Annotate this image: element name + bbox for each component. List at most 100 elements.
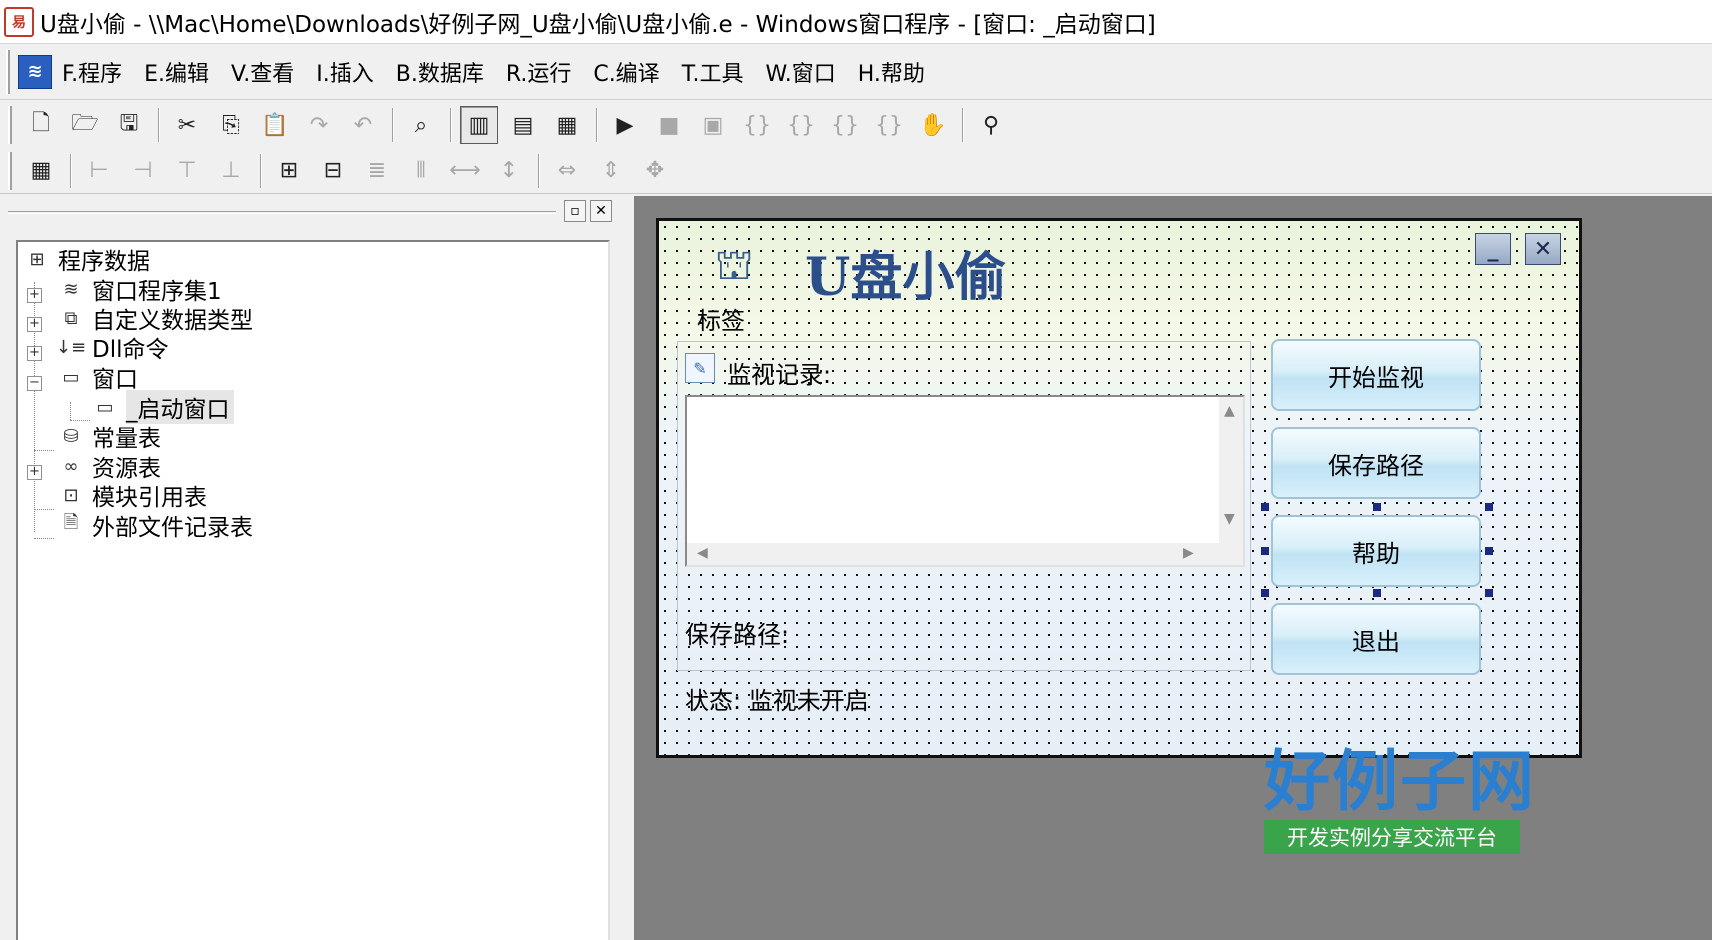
form-designer-area[interactable]: ⛫ U盘小偷 _ ✕ 标签 ✎ 监视记录: ▲ ▼ ◀ ▶ 保存路径: 状态: …	[634, 196, 1712, 940]
tree-item-window-program-set[interactable]: ≋ 窗口程序集1	[56, 274, 221, 306]
minimize-button[interactable]: _	[1475, 233, 1511, 265]
layout-left-icon[interactable]: ▥	[460, 106, 498, 144]
menu-insert[interactable]: I.插入	[316, 56, 373, 88]
save-path-label[interactable]: 保存路径:	[685, 615, 789, 650]
watermark-subtitle: 开发实例分享交流平台	[1264, 820, 1520, 854]
menu-view[interactable]: V.查看	[231, 56, 294, 88]
step-over-icon[interactable]: {}	[782, 106, 820, 144]
center-vertical-icon[interactable]: ⊟	[314, 152, 352, 190]
stretch-width-icon[interactable]: ⇔	[548, 152, 586, 190]
align-left-icon[interactable]: ⊢	[80, 152, 118, 190]
run-to-cursor-icon[interactable]: {}	[870, 106, 908, 144]
tree-item-constants[interactable]: ⛁ 常量表	[56, 421, 161, 453]
stretch-both-icon[interactable]: ✥	[636, 152, 674, 190]
resize-handle[interactable]	[1485, 547, 1493, 555]
startup-window-form[interactable]: ⛫ U盘小偷 _ ✕ 标签 ✎ 监视记录: ▲ ▼ ◀ ▶ 保存路径: 状态: …	[656, 218, 1582, 758]
stack-icon: ≋	[63, 278, 79, 300]
menu-program[interactable]: F.程序	[62, 56, 122, 88]
run-icon[interactable]: ▶	[606, 106, 644, 144]
align-bottom-icon[interactable]: ⊥	[212, 152, 250, 190]
tree-item-custom-types[interactable]: ⧉ 自定义数据类型	[56, 303, 253, 335]
save-path-button[interactable]: 保存路径	[1271, 427, 1481, 499]
binoculars-icon[interactable]: ⚲	[972, 106, 1010, 144]
panel-restore-button[interactable]: ▫	[564, 200, 586, 222]
menu-grip[interactable]	[6, 49, 10, 94]
tree-item-external-files[interactable]: 🗎 外部文件记录表	[56, 510, 253, 541]
horizontal-scrollbar[interactable]: ◀ ▶	[687, 543, 1243, 565]
exit-button[interactable]: 退出	[1271, 603, 1481, 675]
hand-icon[interactable]: ✋	[914, 106, 952, 144]
resize-handle[interactable]	[1373, 503, 1381, 511]
same-width-icon[interactable]: ⟷	[446, 152, 484, 190]
resize-handle[interactable]	[1485, 503, 1493, 511]
toolbar-grip[interactable]	[8, 151, 12, 190]
menu-logo-icon[interactable]: ≋	[18, 54, 52, 89]
stop-icon[interactable]: ■	[650, 106, 688, 144]
tree-item-startup-window[interactable]: ▭ _启动窗口	[90, 390, 234, 424]
align-right-icon[interactable]: ⊣	[124, 152, 162, 190]
menu-help[interactable]: H.帮助	[858, 56, 925, 88]
tree-item-root[interactable]: ⊞ 程序数据	[22, 244, 150, 276]
undo-icon[interactable]: ↶	[344, 106, 382, 144]
debug-screen-icon[interactable]: ▣	[694, 106, 732, 144]
menu-run[interactable]: R.运行	[506, 56, 572, 88]
menu-database[interactable]: B.数据库	[396, 56, 484, 88]
calculator-icon[interactable]: ▦	[22, 152, 60, 190]
help-button[interactable]: 帮助	[1271, 515, 1481, 587]
stretch-height-icon[interactable]: ⇕	[592, 152, 630, 190]
toolbar-grip[interactable]	[8, 106, 12, 144]
usb-logo-icon[interactable]: ⛫	[701, 233, 767, 301]
tree-item-module-references[interactable]: ⊡ 模块引用表	[56, 480, 207, 512]
expand-icon[interactable]: +	[27, 465, 42, 480]
resize-handle[interactable]	[1261, 547, 1269, 555]
step-out-icon[interactable]: {}	[826, 106, 864, 144]
resize-handle[interactable]	[1261, 589, 1269, 597]
redo-icon[interactable]: ↷	[300, 106, 338, 144]
find-icon[interactable]: ⌕	[402, 106, 440, 144]
resize-handle[interactable]	[1485, 589, 1493, 597]
distribute-horizontal-icon[interactable]: ⦀	[402, 152, 440, 190]
expand-icon[interactable]: +	[27, 288, 42, 303]
scroll-up-icon[interactable]: ▲	[1224, 403, 1235, 419]
layout-grid-icon[interactable]: ▦	[548, 106, 586, 144]
panel-close-button[interactable]: ✕	[590, 200, 612, 222]
start-monitor-button[interactable]: 开始监视	[1271, 339, 1481, 411]
tree-view[interactable]: ⊞ 程序数据 + ≋ 窗口程序集1 + ⧉ 自定义数据类型 + ↓≡ Dll命令…	[16, 240, 610, 940]
tree-item-dll-commands[interactable]: ↓≡ Dll命令	[56, 332, 169, 364]
step-into-icon[interactable]: {}	[738, 106, 776, 144]
align-top-icon[interactable]: ⊤	[168, 152, 206, 190]
monitor-log-textbox[interactable]: ▲ ▼ ◀ ▶	[685, 395, 1245, 567]
same-height-icon[interactable]: ↕	[490, 152, 528, 190]
scroll-right-icon[interactable]: ▶	[1183, 545, 1194, 561]
resize-handle[interactable]	[1261, 503, 1269, 511]
paste-icon[interactable]: 📋	[256, 106, 294, 144]
resize-handle[interactable]	[1373, 589, 1381, 597]
tag-label[interactable]: 标签	[697, 301, 745, 336]
menu-window[interactable]: W.窗口	[766, 56, 836, 88]
status-label[interactable]: 状态: 监视未开启	[685, 681, 869, 716]
menu-tools[interactable]: T.工具	[682, 56, 744, 88]
center-horizontal-icon[interactable]: ⊞	[270, 152, 308, 190]
scroll-left-icon[interactable]: ◀	[697, 545, 708, 561]
toolbar-separator	[450, 108, 452, 142]
cut-icon[interactable]: ✂	[168, 106, 206, 144]
panel-grip[interactable]	[8, 211, 556, 214]
menu-compile[interactable]: C.编译	[593, 56, 659, 88]
scroll-down-icon[interactable]: ▼	[1224, 511, 1235, 527]
open-folder-icon[interactable]: 🗁	[66, 106, 104, 144]
tree-connector	[70, 402, 71, 420]
close-button[interactable]: ✕	[1525, 233, 1561, 265]
tree-connector	[34, 538, 54, 539]
distribute-vertical-icon[interactable]: ≣	[358, 152, 396, 190]
collapse-icon[interactable]: −	[27, 376, 42, 391]
expand-icon[interactable]: +	[27, 346, 42, 361]
save-icon[interactable]: 🖫	[110, 106, 148, 144]
layout-top-icon[interactable]: ▤	[504, 106, 542, 144]
expand-icon[interactable]: +	[27, 317, 42, 332]
copy-icon[interactable]: ⎘	[212, 106, 250, 144]
tree-item-windows[interactable]: ▭ 窗口	[56, 362, 138, 394]
vertical-scrollbar[interactable]: ▲ ▼	[1219, 397, 1243, 547]
new-file-icon[interactable]: 🗋	[22, 106, 60, 144]
menu-edit[interactable]: E.编辑	[144, 56, 209, 88]
tree-item-resources[interactable]: ∞ 资源表	[56, 451, 162, 483]
